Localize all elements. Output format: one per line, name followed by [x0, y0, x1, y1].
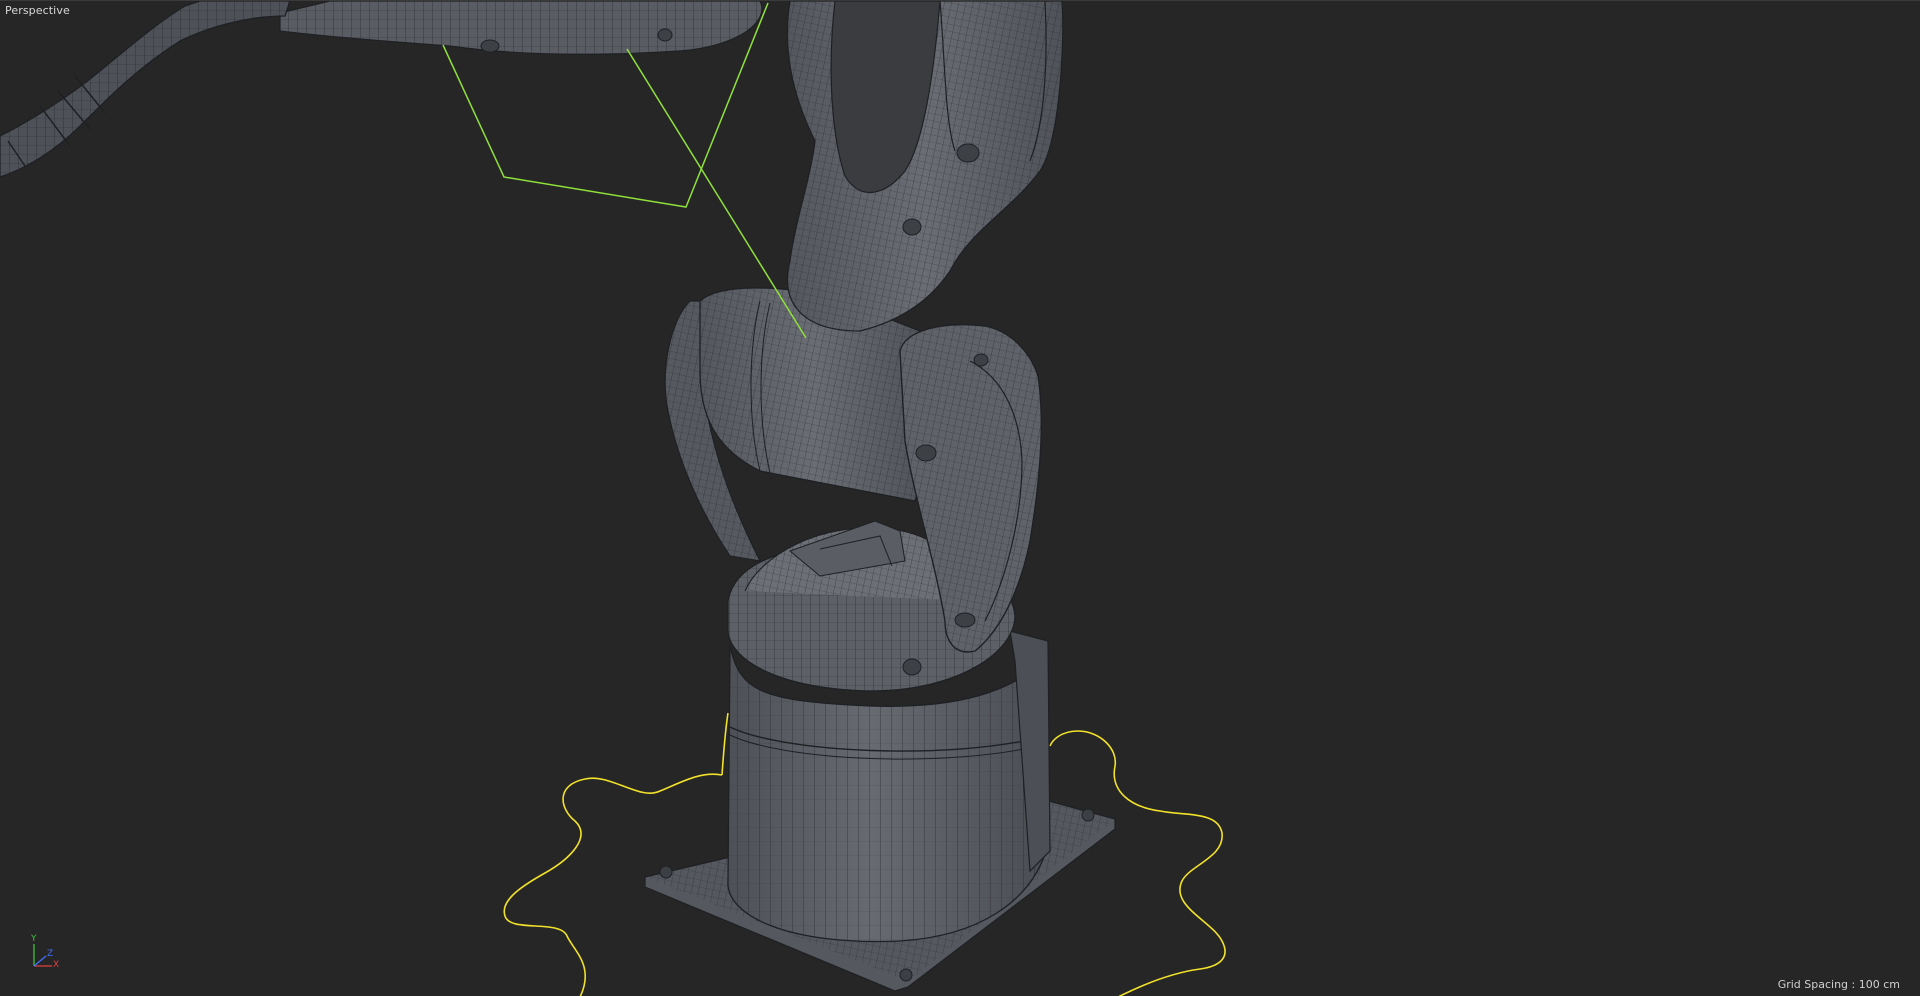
axis-gizmo: Y Z X	[26, 934, 66, 974]
axis-x-label: X	[53, 960, 60, 970]
grid-spacing-label: Grid Spacing : 100 cm	[1777, 978, 1900, 991]
axis-z-label: Z	[47, 949, 54, 959]
3d-viewport[interactable]: Perspective Y Z X Grid Spacing : 100 cm	[0, 0, 1920, 996]
viewport-name-label[interactable]: Perspective	[5, 4, 70, 17]
viewport-scene[interactable]	[0, 1, 1920, 996]
axis-y-label: Y	[31, 934, 37, 944]
